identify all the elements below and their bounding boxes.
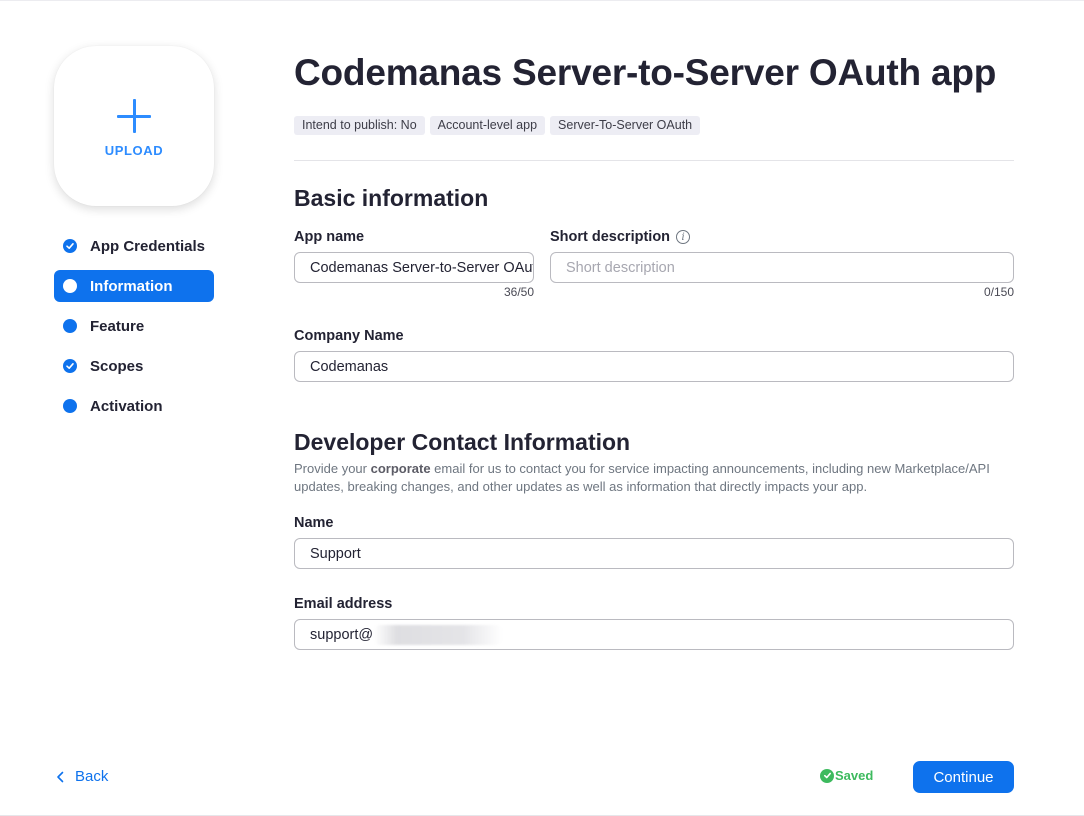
info-icon[interactable]: i <box>676 230 691 244</box>
step-scopes[interactable]: Scopes <box>54 350 214 382</box>
description-text: Provide your <box>294 461 371 476</box>
app-name-label-text: App name <box>294 229 365 245</box>
app-name-counter: 36/50 <box>503 285 534 299</box>
check-circle-icon <box>63 359 77 373</box>
divider <box>294 160 1014 161</box>
dot-icon <box>63 279 77 293</box>
contact-name-label: Name <box>294 515 334 531</box>
developer-contact-description: Provide your corporate email for us to c… <box>294 460 1014 496</box>
developer-contact-heading: Developer Contact Information <box>294 429 631 455</box>
badge-account-level: Account-level app <box>429 116 546 135</box>
badge-publish: Intend to publish: No <box>294 116 425 135</box>
plus-icon <box>117 98 151 133</box>
email-label: Email address <box>294 596 392 612</box>
step-nav: App Credentials Information Feature Scop… <box>54 230 214 430</box>
short-description-label: Short description i <box>550 229 691 245</box>
company-name-input[interactable]: Codemanas <box>294 351 1014 382</box>
step-feature[interactable]: Feature <box>54 310 214 342</box>
app-name-input[interactable]: Codemanas Server-to-Server OAuth app <box>294 252 534 283</box>
step-label: Activation <box>90 397 163 415</box>
step-label: App Credentials <box>90 237 206 255</box>
short-description-counter: 0/150 <box>983 285 1014 299</box>
step-app-credentials[interactable]: App Credentials <box>54 230 214 262</box>
dot-icon <box>63 319 77 333</box>
short-description-input[interactable]: Short description <box>550 252 1014 283</box>
upload-label: UPLOAD <box>104 142 164 158</box>
description-emphasis: corporate <box>370 461 431 476</box>
step-label: Scopes <box>90 357 144 375</box>
badge-oauth-type: Server-To-Server OAuth <box>550 116 701 135</box>
check-circle-icon <box>820 768 834 783</box>
step-information[interactable]: Information <box>54 270 214 302</box>
short-description-label-text: Short description <box>550 229 671 245</box>
upload-button[interactable]: UPLOAD <box>54 46 214 206</box>
step-activation[interactable]: Activation <box>54 390 214 422</box>
dot-icon <box>63 399 77 413</box>
contact-name-input[interactable]: Support <box>294 538 1014 569</box>
email-label-text: Email address <box>294 596 393 612</box>
step-label: Feature <box>90 317 145 335</box>
continue-button[interactable]: Continue <box>913 761 1014 793</box>
page-title: Codemanas Server-to-Server OAuth app <box>294 52 997 93</box>
company-name-label-text: Company Name <box>294 328 404 344</box>
contact-name-label-text: Name <box>294 515 334 531</box>
company-name-label: Company Name <box>294 328 404 344</box>
back-button[interactable]: Back <box>56 768 108 785</box>
email-value: support@ <box>310 626 374 643</box>
back-label: Back <box>75 768 109 785</box>
app-badges: Intend to publish: No Account-level app … <box>294 116 701 135</box>
step-label: Information <box>90 277 173 295</box>
saved-label: Saved <box>835 768 874 783</box>
check-circle-icon <box>63 239 77 253</box>
top-border <box>0 0 1084 1</box>
saved-status: Saved <box>820 768 873 783</box>
basic-info-heading: Basic information <box>294 185 489 211</box>
app-name-label: App name <box>294 229 364 245</box>
email-input[interactable]: support@ <box>294 619 1014 650</box>
chevron-left-icon <box>57 771 64 782</box>
redacted-email-domain <box>374 624 503 645</box>
